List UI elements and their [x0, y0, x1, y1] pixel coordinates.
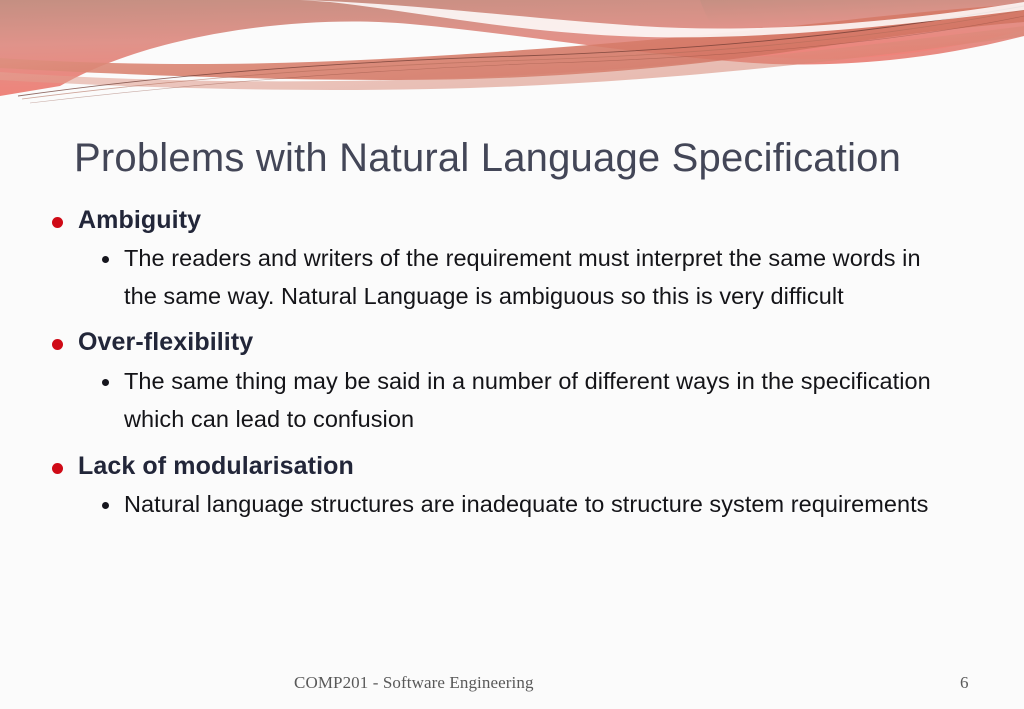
sub-bullet-marker-icon — [102, 239, 124, 268]
bullet-marker-icon — [52, 337, 78, 351]
sub-bullet-text: Natural language structures are inadequa… — [124, 491, 929, 517]
bullet-group-lack-of-modularisation: Lack of modularisation Natural language … — [52, 451, 982, 523]
header-decoration-banner — [0, 0, 1024, 108]
slide-content-body: Ambiguity The readers and writers of the… — [52, 205, 982, 529]
bullet-group-over-flexibility: Over-flexibility The same thing may be s… — [52, 327, 982, 437]
bullet-item-level2: Natural language structures are inadequa… — [52, 485, 982, 523]
bullet-item-level2: The readers and writers of the requireme… — [52, 239, 982, 315]
banner-filament-line-3 — [29, 15, 1024, 104]
slide-title: Problems with Natural Language Specifica… — [74, 135, 902, 180]
banner-dark-band — [0, 4, 1024, 80]
bullet-item-level2: The same thing may be said in a number o… — [52, 362, 982, 438]
sub-bullet-text: The same thing may be said in a number o… — [124, 367, 931, 432]
sub-bullet-text: The readers and writers of the requireme… — [124, 245, 921, 310]
banner-main-shape — [0, 0, 1024, 96]
sub-bullet-marker-icon — [102, 485, 124, 514]
bullet-marker-icon — [52, 215, 78, 228]
banner-filament-line-1 — [17, 5, 1024, 97]
bullet-item-level1: Ambiguity — [52, 205, 982, 236]
bullet-group-ambiguity: Ambiguity The readers and writers of the… — [52, 205, 982, 315]
slide-footer: COMP201 - Software Engineering 6 — [0, 673, 1024, 703]
bullet-label: Lack of modularisation — [78, 451, 354, 480]
footer-course-label: COMP201 - Software Engineering — [294, 673, 534, 692]
banner-mid-band — [0, 26, 1024, 91]
slide-number-label: 6 — [960, 673, 969, 692]
bullet-item-level1: Lack of modularisation — [52, 451, 982, 482]
bullet-label: Ambiguity — [78, 206, 202, 234]
bullet-marker-icon — [52, 461, 78, 474]
bullet-label: Over-flexibility — [78, 328, 254, 357]
banner-filament-line-2 — [21, 9, 1024, 100]
bullet-item-level1: Over-flexibility — [52, 327, 982, 358]
sub-bullet-marker-icon — [102, 362, 124, 391]
banner-white-swoosh — [300, 0, 1024, 38]
banner-upper-lobe — [700, 0, 1024, 59]
